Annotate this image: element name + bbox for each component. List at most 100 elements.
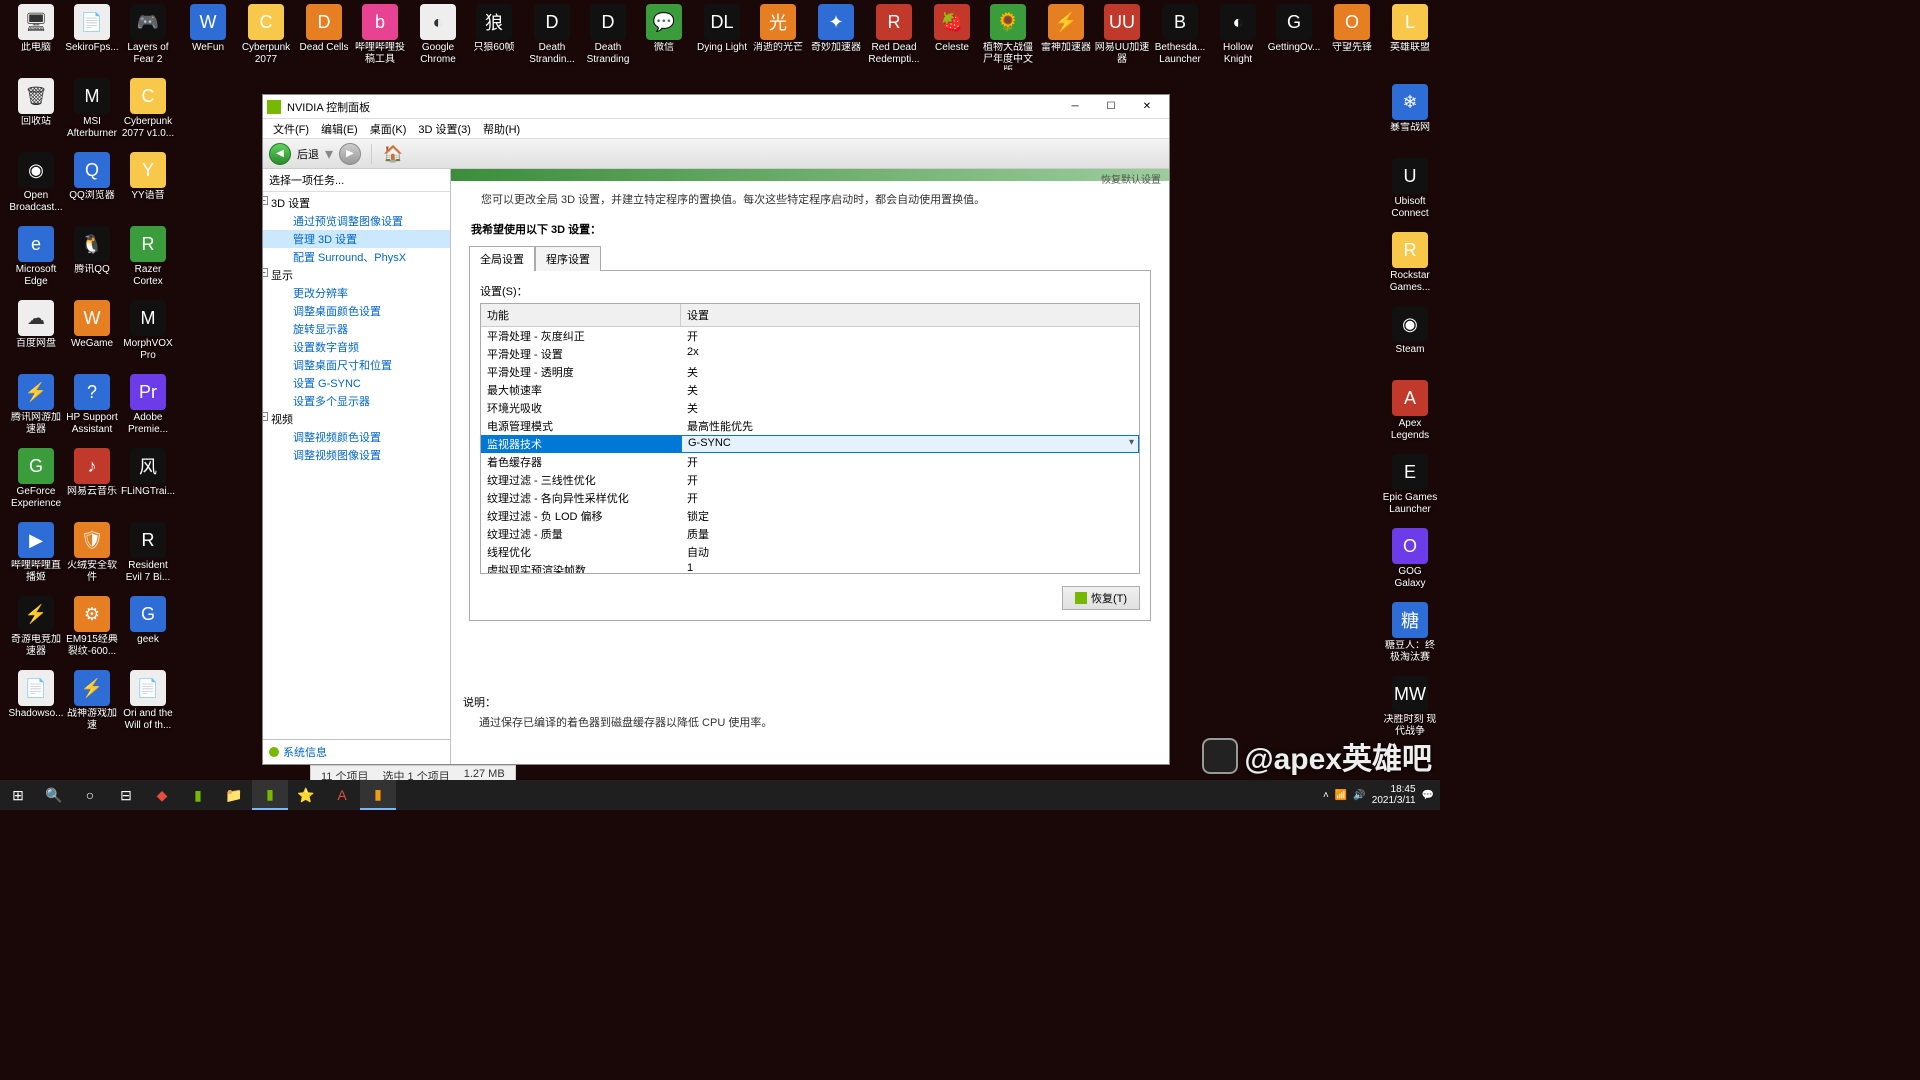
desktop-icon[interactable]: CCyberpunk 2077: [238, 4, 294, 66]
desktop-icon[interactable]: QQQ浏览器: [64, 152, 120, 202]
desktop-icon[interactable]: ⚙EM915经典裂纹-600...: [64, 596, 120, 658]
tab-global[interactable]: 全局设置: [469, 246, 535, 271]
setting-value[interactable]: 开: [681, 327, 1139, 345]
menu-help[interactable]: 帮助(H): [477, 119, 526, 139]
desktop-icon[interactable]: ♪网易云音乐: [64, 448, 120, 498]
setting-row[interactable]: 纹理过滤 - 质量质量: [481, 525, 1139, 543]
taskbar-app[interactable]: ▮: [180, 780, 216, 810]
desktop-icon[interactable]: 🐧腾讯QQ: [64, 226, 120, 276]
titlebar[interactable]: NVIDIA 控制面板 ─ ☐ ✕: [263, 95, 1169, 119]
desktop-icon[interactable]: RRockstar Games...: [1382, 232, 1438, 294]
desktop-icon[interactable]: 🛡火绒安全软件: [64, 522, 120, 584]
desktop-icon[interactable]: 🎮Layers of Fear 2: [120, 4, 176, 66]
desktop-icon[interactable]: GGeForce Experience: [8, 448, 64, 510]
setting-value[interactable]: 2x: [681, 345, 1139, 363]
desktop-icon[interactable]: RResident Evil 7 Bi...: [120, 522, 176, 584]
desktop-icon[interactable]: UUbisoft Connect: [1382, 158, 1438, 220]
desktop-icon[interactable]: ⚡雷神加速器: [1038, 4, 1094, 54]
desktop-icon[interactable]: ✦奇妙加速器: [808, 4, 864, 54]
close-button[interactable]: ✕: [1129, 96, 1165, 118]
desktop-icon[interactable]: ◉Open Broadcast...: [8, 152, 64, 214]
desktop-icon[interactable]: 光消逝的光芒: [750, 4, 806, 54]
desktop-icon[interactable]: AApex Legends: [1382, 380, 1438, 442]
setting-value[interactable]: 关: [681, 363, 1139, 381]
setting-row[interactable]: 最大帧速率关: [481, 381, 1139, 399]
desktop-icon[interactable]: EEpic Games Launcher: [1382, 454, 1438, 516]
desktop-icon[interactable]: WWeFun: [180, 4, 236, 54]
desktop-icon[interactable]: Ggeek: [120, 596, 176, 646]
setting-row[interactable]: 着色缓存器开: [481, 453, 1139, 471]
setting-row[interactable]: 平滑处理 - 透明度关: [481, 363, 1139, 381]
desktop-icon[interactable]: 📄Ori and the Will of th...: [120, 670, 176, 732]
desktop-icon[interactable]: eMicrosoft Edge: [8, 226, 64, 288]
taskbar-app[interactable]: A: [324, 780, 360, 810]
setting-value[interactable]: 关: [681, 381, 1139, 399]
setting-row[interactable]: 电源管理模式最高性能优先: [481, 417, 1139, 435]
tree-item[interactable]: 配置 Surround、PhysX: [263, 248, 450, 266]
desktop-icon[interactable]: 糖糖豆人：终极淘汰赛: [1382, 602, 1438, 664]
menu-file[interactable]: 文件(F): [267, 119, 315, 139]
desktop-icon[interactable]: ◉Steam: [1382, 306, 1438, 356]
setting-row[interactable]: 监视器技术G-SYNC: [481, 435, 1139, 453]
desktop-icon[interactable]: DDeath Stranding: [580, 4, 636, 66]
system-info-link[interactable]: 系统信息: [263, 739, 450, 764]
restore-button[interactable]: 恢复(T): [1062, 586, 1140, 610]
desktop-icon[interactable]: O守望先锋: [1324, 4, 1380, 54]
back-button[interactable]: ◀: [269, 143, 291, 165]
taskbar-app[interactable]: ▮: [360, 780, 396, 810]
desktop-icon[interactable]: 🍓Celeste: [924, 4, 980, 54]
desktop-icon[interactable]: DLDying Light: [694, 4, 750, 54]
desktop-icon[interactable]: OGOG Galaxy: [1382, 528, 1438, 590]
taskbar-explorer[interactable]: 📁: [216, 780, 252, 810]
setting-row[interactable]: 线程优化自动: [481, 543, 1139, 561]
desktop-icon[interactable]: ❄暴雪战网: [1382, 84, 1438, 134]
menu-edit[interactable]: 编辑(E): [315, 119, 364, 139]
desktop-icon[interactable]: BBethesda... Launcher: [1152, 4, 1208, 66]
desktop-icon[interactable]: 📄Shadowso...: [8, 670, 64, 720]
maximize-button[interactable]: ☐: [1093, 96, 1129, 118]
setting-row[interactable]: 纹理过滤 - 负 LOD 偏移锁定: [481, 507, 1139, 525]
menu-desktop[interactable]: 桌面(K): [364, 119, 413, 139]
desktop-icon[interactable]: PrAdobe Premie...: [120, 374, 176, 436]
setting-value[interactable]: G-SYNC: [681, 435, 1139, 453]
tab-program[interactable]: 程序设置: [535, 246, 601, 271]
setting-row[interactable]: 环境光吸收关: [481, 399, 1139, 417]
desktop-icon[interactable]: DDeath Strandin...: [524, 4, 580, 66]
search-button[interactable]: 🔍: [36, 780, 72, 810]
setting-value[interactable]: 最高性能优先: [681, 417, 1139, 435]
desktop-icon[interactable]: 💬微信: [636, 4, 692, 54]
tray-chevron-icon[interactable]: ˄: [1323, 790, 1329, 801]
tree-item[interactable]: 更改分辨率: [263, 284, 450, 302]
tree-item[interactable]: 调整视频颜色设置: [263, 428, 450, 446]
tree-item[interactable]: 设置数字音频: [263, 338, 450, 356]
tree-group-3d[interactable]: −3D 设置: [263, 194, 450, 212]
setting-value[interactable]: 开: [681, 489, 1139, 507]
desktop-icon[interactable]: ◐Hollow Knight: [1210, 4, 1266, 66]
desktop-icon[interactable]: L英雄联盟: [1382, 4, 1438, 54]
desktop-icon[interactable]: 🖥此电脑: [8, 4, 64, 54]
setting-row[interactable]: 平滑处理 - 灰度纠正开: [481, 327, 1139, 345]
grid-rows[interactable]: 平滑处理 - 灰度纠正开平滑处理 - 设置2x平滑处理 - 透明度关最大帧速率关…: [481, 327, 1139, 573]
minimize-button[interactable]: ─: [1057, 96, 1093, 118]
desktop-icon[interactable]: YYY语音: [120, 152, 176, 202]
desktop-icon[interactable]: 📄SekiroFps...: [64, 4, 120, 54]
desktop-icon[interactable]: ☁百度网盘: [8, 300, 64, 350]
taskbar-clock[interactable]: 18:45 2021/3/11: [1372, 784, 1416, 806]
desktop-icon[interactable]: ?HP Support Assistant: [64, 374, 120, 436]
system-tray[interactable]: ˄ 📶 🔊 18:45 2021/3/11 💬: [1323, 784, 1440, 806]
desktop-icon[interactable]: ⚡奇游电竞加速器: [8, 596, 64, 658]
desktop-icon[interactable]: MW决胜时刻 现代战争: [1382, 676, 1438, 738]
tree-item[interactable]: 设置多个显示器: [263, 392, 450, 410]
taskbar-app[interactable]: ⭐: [288, 780, 324, 810]
desktop-icon[interactable]: 🌻植物大战僵尸年度中文版: [980, 4, 1036, 70]
taskbar-nvidia[interactable]: ▮: [252, 780, 288, 810]
start-button[interactable]: ⊞: [0, 780, 36, 810]
tree-item[interactable]: 旋转显示器: [263, 320, 450, 338]
notifications-button[interactable]: 💬: [1422, 790, 1434, 801]
tray-volume-icon[interactable]: 🔊: [1353, 790, 1365, 801]
tree-group-video[interactable]: −视频: [263, 410, 450, 428]
setting-row[interactable]: 纹理过滤 - 各向异性采样优化开: [481, 489, 1139, 507]
desktop-icon[interactable]: RRed Dead Redempti...: [866, 4, 922, 66]
tray-network-icon[interactable]: 📶: [1335, 790, 1347, 801]
setting-value[interactable]: 锁定: [681, 507, 1139, 525]
